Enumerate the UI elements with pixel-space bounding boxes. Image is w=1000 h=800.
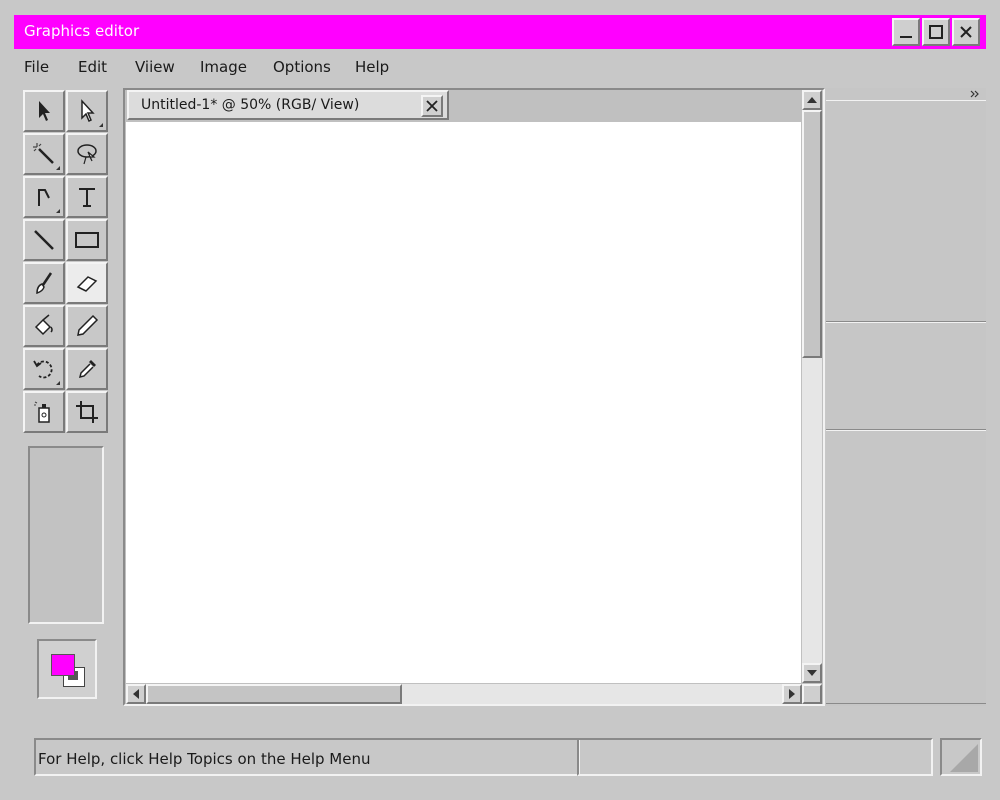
graphics-editor-window: Graphics editor File Edit Viiew Image Op… bbox=[0, 0, 1000, 800]
color-swatches bbox=[37, 639, 97, 699]
panel-collapse-button[interactable] bbox=[826, 88, 986, 100]
menu-file[interactable]: File bbox=[24, 58, 49, 76]
tool-magic-wand[interactable] bbox=[23, 133, 65, 175]
rotate-icon bbox=[33, 360, 53, 379]
resize-corner-grip[interactable] bbox=[802, 684, 822, 704]
tool-line[interactable] bbox=[23, 219, 65, 261]
status-bar: For Help, click Help Topics on the Help … bbox=[14, 730, 986, 782]
minimize-icon bbox=[900, 36, 912, 38]
panel-section-top bbox=[826, 100, 986, 322]
scroll-up-button[interactable] bbox=[802, 90, 822, 110]
close-icon bbox=[960, 26, 972, 38]
eyedropper-icon bbox=[78, 360, 96, 379]
navigator-panel bbox=[28, 446, 104, 624]
vertical-scrollbar[interactable] bbox=[802, 90, 822, 683]
window-title: Graphics editor bbox=[24, 22, 140, 40]
paint-bucket-icon bbox=[34, 314, 53, 336]
eraser-icon bbox=[76, 276, 98, 292]
menu-view[interactable]: Viiew bbox=[135, 58, 175, 76]
tool-crop[interactable] bbox=[66, 391, 108, 433]
rectangle-icon bbox=[75, 232, 99, 248]
tool-rectangle[interactable] bbox=[66, 219, 108, 261]
status-help-pane: For Help, click Help Topics on the Help … bbox=[34, 738, 580, 776]
status-info-pane bbox=[577, 738, 933, 776]
tool-eyedropper[interactable] bbox=[66, 348, 108, 390]
document-tab[interactable]: Untitled-1* @ 50% (RGB/ View) bbox=[127, 90, 449, 120]
hollow-arrow-icon bbox=[81, 99, 95, 123]
brush-icon bbox=[36, 272, 53, 295]
arrow-left-icon bbox=[133, 689, 139, 699]
menu-bar: File Edit Viiew Image Options Help bbox=[14, 54, 986, 82]
tool-lasso[interactable] bbox=[66, 133, 108, 175]
panel-section-middle bbox=[826, 322, 986, 430]
resize-grip-icon bbox=[950, 744, 978, 772]
tool-pen[interactable] bbox=[23, 176, 65, 218]
scroll-right-button[interactable] bbox=[782, 684, 802, 704]
title-bar[interactable]: Graphics editor bbox=[14, 15, 986, 49]
tool-paint-bucket[interactable] bbox=[23, 305, 65, 347]
tool-direct-selection[interactable] bbox=[66, 90, 108, 132]
scroll-left-button[interactable] bbox=[126, 684, 146, 704]
foreground-color-swatch[interactable] bbox=[51, 654, 75, 676]
arrow-icon bbox=[39, 101, 50, 121]
tool-rotate[interactable] bbox=[23, 348, 65, 390]
arrow-down-icon bbox=[807, 670, 817, 676]
close-icon bbox=[426, 100, 438, 112]
arrow-right-icon bbox=[789, 689, 795, 699]
tool-brush[interactable] bbox=[23, 262, 65, 304]
document-close-button[interactable] bbox=[421, 95, 443, 117]
menu-help[interactable]: Help bbox=[355, 58, 389, 76]
horizontal-scrollbar[interactable] bbox=[126, 684, 802, 704]
menu-edit[interactable]: Edit bbox=[78, 58, 107, 76]
tool-pencil[interactable] bbox=[66, 305, 108, 347]
right-panel-dock bbox=[826, 88, 986, 706]
tool-selection-arrow[interactable] bbox=[23, 90, 65, 132]
maximize-button[interactable] bbox=[922, 18, 950, 46]
spray-can-icon bbox=[34, 401, 50, 423]
double-chevron-right-icon bbox=[970, 90, 979, 98]
vertical-scroll-thumb[interactable] bbox=[802, 110, 822, 358]
horizontal-scroll-thumb[interactable] bbox=[146, 684, 402, 704]
pencil-icon bbox=[77, 314, 99, 336]
pen-path-icon bbox=[38, 189, 50, 206]
close-button[interactable] bbox=[952, 18, 980, 46]
status-help-text: For Help, click Help Topics on the Help … bbox=[38, 750, 371, 768]
magic-wand-icon bbox=[33, 143, 54, 164]
scroll-down-button[interactable] bbox=[802, 663, 822, 683]
tool-spray[interactable] bbox=[23, 391, 65, 433]
panel-section-bottom bbox=[826, 430, 986, 704]
line-icon bbox=[34, 230, 54, 250]
document-tab-title: Untitled-1* @ 50% (RGB/ View) bbox=[141, 97, 360, 113]
window-resize-grip[interactable] bbox=[940, 738, 982, 776]
arrow-up-icon bbox=[807, 97, 817, 103]
minimize-button[interactable] bbox=[892, 18, 920, 46]
menu-options[interactable]: Options bbox=[273, 58, 331, 76]
maximize-icon bbox=[929, 25, 943, 39]
crop-icon bbox=[76, 401, 98, 423]
drawing-canvas[interactable] bbox=[126, 122, 801, 683]
lasso-icon bbox=[77, 144, 97, 165]
text-icon bbox=[79, 188, 95, 207]
menu-image[interactable]: Image bbox=[200, 58, 247, 76]
toolbox bbox=[23, 90, 111, 433]
tool-text[interactable] bbox=[66, 176, 108, 218]
tool-eraser[interactable] bbox=[66, 262, 108, 304]
